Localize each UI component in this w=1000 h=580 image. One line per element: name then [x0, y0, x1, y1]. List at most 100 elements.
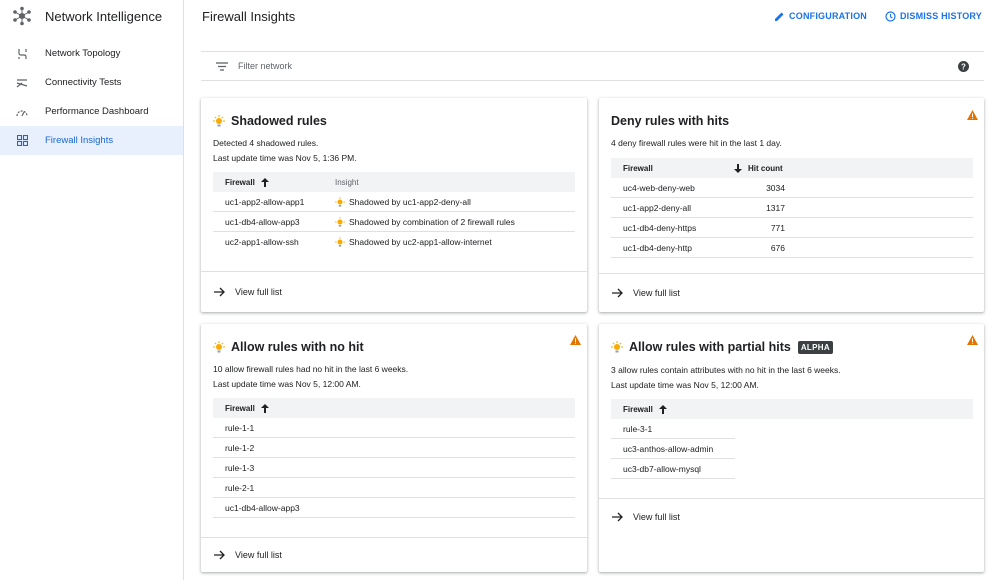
column-header-firewall[interactable]: Firewall	[611, 404, 667, 414]
app-name: Network Intelligence	[45, 8, 163, 24]
firewall-cell: rule-3-1	[623, 423, 653, 434]
firewall-cell: uc4-web-deny-web	[623, 182, 695, 193]
hit-count-cell: 676	[770, 242, 785, 253]
firewall-cell: uc3-db7-allow-mysql	[623, 463, 701, 474]
column-header-firewall[interactable]: Firewall	[213, 403, 269, 413]
deny-rules-table: Firewall Hit count uc4-web-deny-web 3034…	[611, 158, 973, 258]
card-title: Deny rules with hits	[611, 114, 729, 128]
table-row[interactable]: uc1-db4-allow-app3	[213, 498, 575, 518]
filter-bar[interactable]: Filter network ?	[201, 51, 984, 81]
card-title-text: Allow rules with partial hits	[629, 340, 791, 354]
column-label: Firewall	[225, 403, 255, 413]
table-header: Firewall	[213, 398, 575, 418]
firewall-cell: uc1-db4-allow-app3	[225, 502, 300, 513]
description-line: 10 allow firewall rules had no hit in th…	[213, 364, 409, 374]
lightbulb-icon	[611, 341, 623, 353]
table-row[interactable]: uc1-db4-deny-https 771	[611, 218, 973, 238]
arrow-right-icon	[214, 287, 225, 297]
table-header: Firewall	[611, 399, 973, 419]
firewall-cell: uc1-db4-allow-app3	[225, 216, 300, 227]
lightbulb-icon	[335, 237, 345, 247]
deny-rules-card: Deny rules with hits 4 deny firewall rul…	[599, 98, 984, 312]
firewall-cell: rule-1-2	[225, 442, 255, 453]
page-title: Firewall Insights	[202, 8, 296, 24]
table-row[interactable]: uc3-db7-allow-mysql	[611, 459, 735, 479]
insight-cell: Shadowed by combination of 2 firewall ru…	[323, 216, 515, 227]
table-row[interactable]: rule-1-3	[213, 458, 575, 478]
firewall-cell: uc1-app2-allow-app1	[225, 196, 305, 207]
arrow-right-icon	[612, 288, 623, 298]
firewall-cell: rule-2-1	[225, 482, 255, 493]
column-header-hit-count[interactable]: Hit count	[726, 163, 783, 173]
table-row[interactable]: rule-3-1	[611, 419, 735, 439]
sidebar-item-label: Performance Dashboard	[45, 106, 149, 117]
warning-icon	[967, 110, 978, 120]
insight-text: Shadowed by uc1-app2-deny-all	[349, 196, 471, 207]
card-description: Detected 4 shadowed rules. Last update t…	[213, 136, 357, 166]
card-description: 4 deny firewall rules were hit in the la…	[611, 136, 782, 151]
sidebar-item-label: Network Topology	[45, 48, 121, 59]
card-title-text: Allow rules with no hit	[231, 340, 364, 354]
arrow-up-icon	[260, 177, 269, 187]
column-label: Firewall	[623, 404, 653, 414]
sidebar-item-connectivity-tests[interactable]: Connectivity Tests	[0, 68, 183, 97]
description-line: 3 allow rules contain attributes with no…	[611, 365, 841, 375]
shadowed-rules-card: Shadowed rules Detected 4 shadowed rules…	[201, 98, 587, 312]
view-full-list-link[interactable]: View full list	[201, 271, 587, 312]
table-row[interactable]: uc1-app2-deny-all 1317	[611, 198, 973, 218]
sidebar-nav: Network Topology Connectivity Tests Perf…	[0, 39, 183, 155]
lightbulb-icon	[335, 216, 345, 227]
column-label: Firewall	[225, 177, 255, 187]
insight-text: Shadowed by combination of 2 firewall ru…	[349, 216, 515, 227]
filter-input[interactable]: Filter network	[238, 61, 958, 71]
firewall-cell: rule-1-1	[225, 422, 255, 433]
arrow-up-icon	[260, 403, 269, 413]
firewall-cell: uc1-db4-deny-https	[623, 222, 697, 233]
gauge-icon	[16, 106, 28, 118]
configuration-label: CONFIGURATION	[789, 11, 867, 21]
lightbulb-icon	[213, 115, 225, 127]
footer-label: View full list	[633, 511, 680, 522]
connectivity-icon	[16, 77, 28, 89]
firewall-cell: rule-1-3	[225, 462, 255, 473]
configuration-button[interactable]: CONFIGURATION	[774, 11, 867, 22]
sidebar-item-firewall-insights[interactable]: Firewall Insights	[0, 126, 183, 155]
alpha-badge: ALPHA	[797, 340, 833, 354]
view-full-list-link[interactable]: View full list	[599, 273, 984, 312]
help-icon[interactable]: ?	[958, 60, 969, 72]
column-label: Hit count	[748, 163, 783, 173]
allow-no-hit-table: Firewall rule-1-1 rule-1-2 rule-1-3 rule…	[213, 398, 575, 518]
description-line: Last update time was Nov 5, 12:00 AM.	[611, 380, 759, 390]
view-full-list-link[interactable]: View full list	[599, 498, 984, 534]
table-row[interactable]: uc3-anthos-allow-admin	[611, 439, 735, 459]
sidebar-item-network-topology[interactable]: Network Topology	[0, 39, 183, 68]
card-title-text: Shadowed rules	[231, 114, 327, 128]
table-row[interactable]: uc1-db4-allow-app3 Shadowed by combinati…	[213, 212, 575, 232]
table-row[interactable]: uc2-app1-allow-ssh Shadowed by uc2-app1-…	[213, 232, 575, 252]
sidebar: Network Intelligence Network Topology Co…	[0, 0, 184, 580]
table-row[interactable]: rule-1-2	[213, 438, 575, 458]
insight-cell: Shadowed by uc1-app2-deny-all	[323, 196, 471, 207]
card-title: Allow rules with no hit	[213, 340, 364, 354]
description-line: Last update time was Nov 5, 12:00 AM.	[213, 379, 361, 389]
topology-icon	[16, 48, 28, 60]
network-intelligence-logo-icon	[13, 6, 31, 26]
table-row[interactable]: rule-1-1	[213, 418, 575, 438]
table-row[interactable]: uc1-db4-deny-http 676	[611, 238, 973, 258]
view-full-list-link[interactable]: View full list	[201, 537, 587, 572]
description-line: Detected 4 shadowed rules.	[213, 138, 319, 148]
hit-count-cell: 771	[770, 222, 785, 233]
column-header-firewall[interactable]: Firewall	[213, 177, 323, 187]
column-header-firewall[interactable]: Firewall	[611, 164, 726, 173]
card-title: Allow rules with partial hits ALPHA	[611, 340, 833, 354]
dismiss-history-label: DISMISS HISTORY	[899, 11, 982, 21]
sidebar-item-performance-dashboard[interactable]: Performance Dashboard	[0, 97, 183, 126]
firewall-cell: uc2-app1-allow-ssh	[225, 237, 299, 247]
table-row[interactable]: rule-2-1	[213, 478, 575, 498]
shadowed-rules-table: Firewall Insight uc1-app2-allow-app1 Sha…	[213, 172, 575, 252]
table-row[interactable]: uc1-app2-allow-app1 Shadowed by uc1-app2…	[213, 192, 575, 212]
brand: Network Intelligence	[0, 0, 183, 32]
dismiss-history-button[interactable]: DISMISS HISTORY	[885, 10, 982, 22]
table-header: Firewall Hit count	[611, 158, 973, 178]
table-row[interactable]: uc4-web-deny-web 3034	[611, 178, 973, 198]
